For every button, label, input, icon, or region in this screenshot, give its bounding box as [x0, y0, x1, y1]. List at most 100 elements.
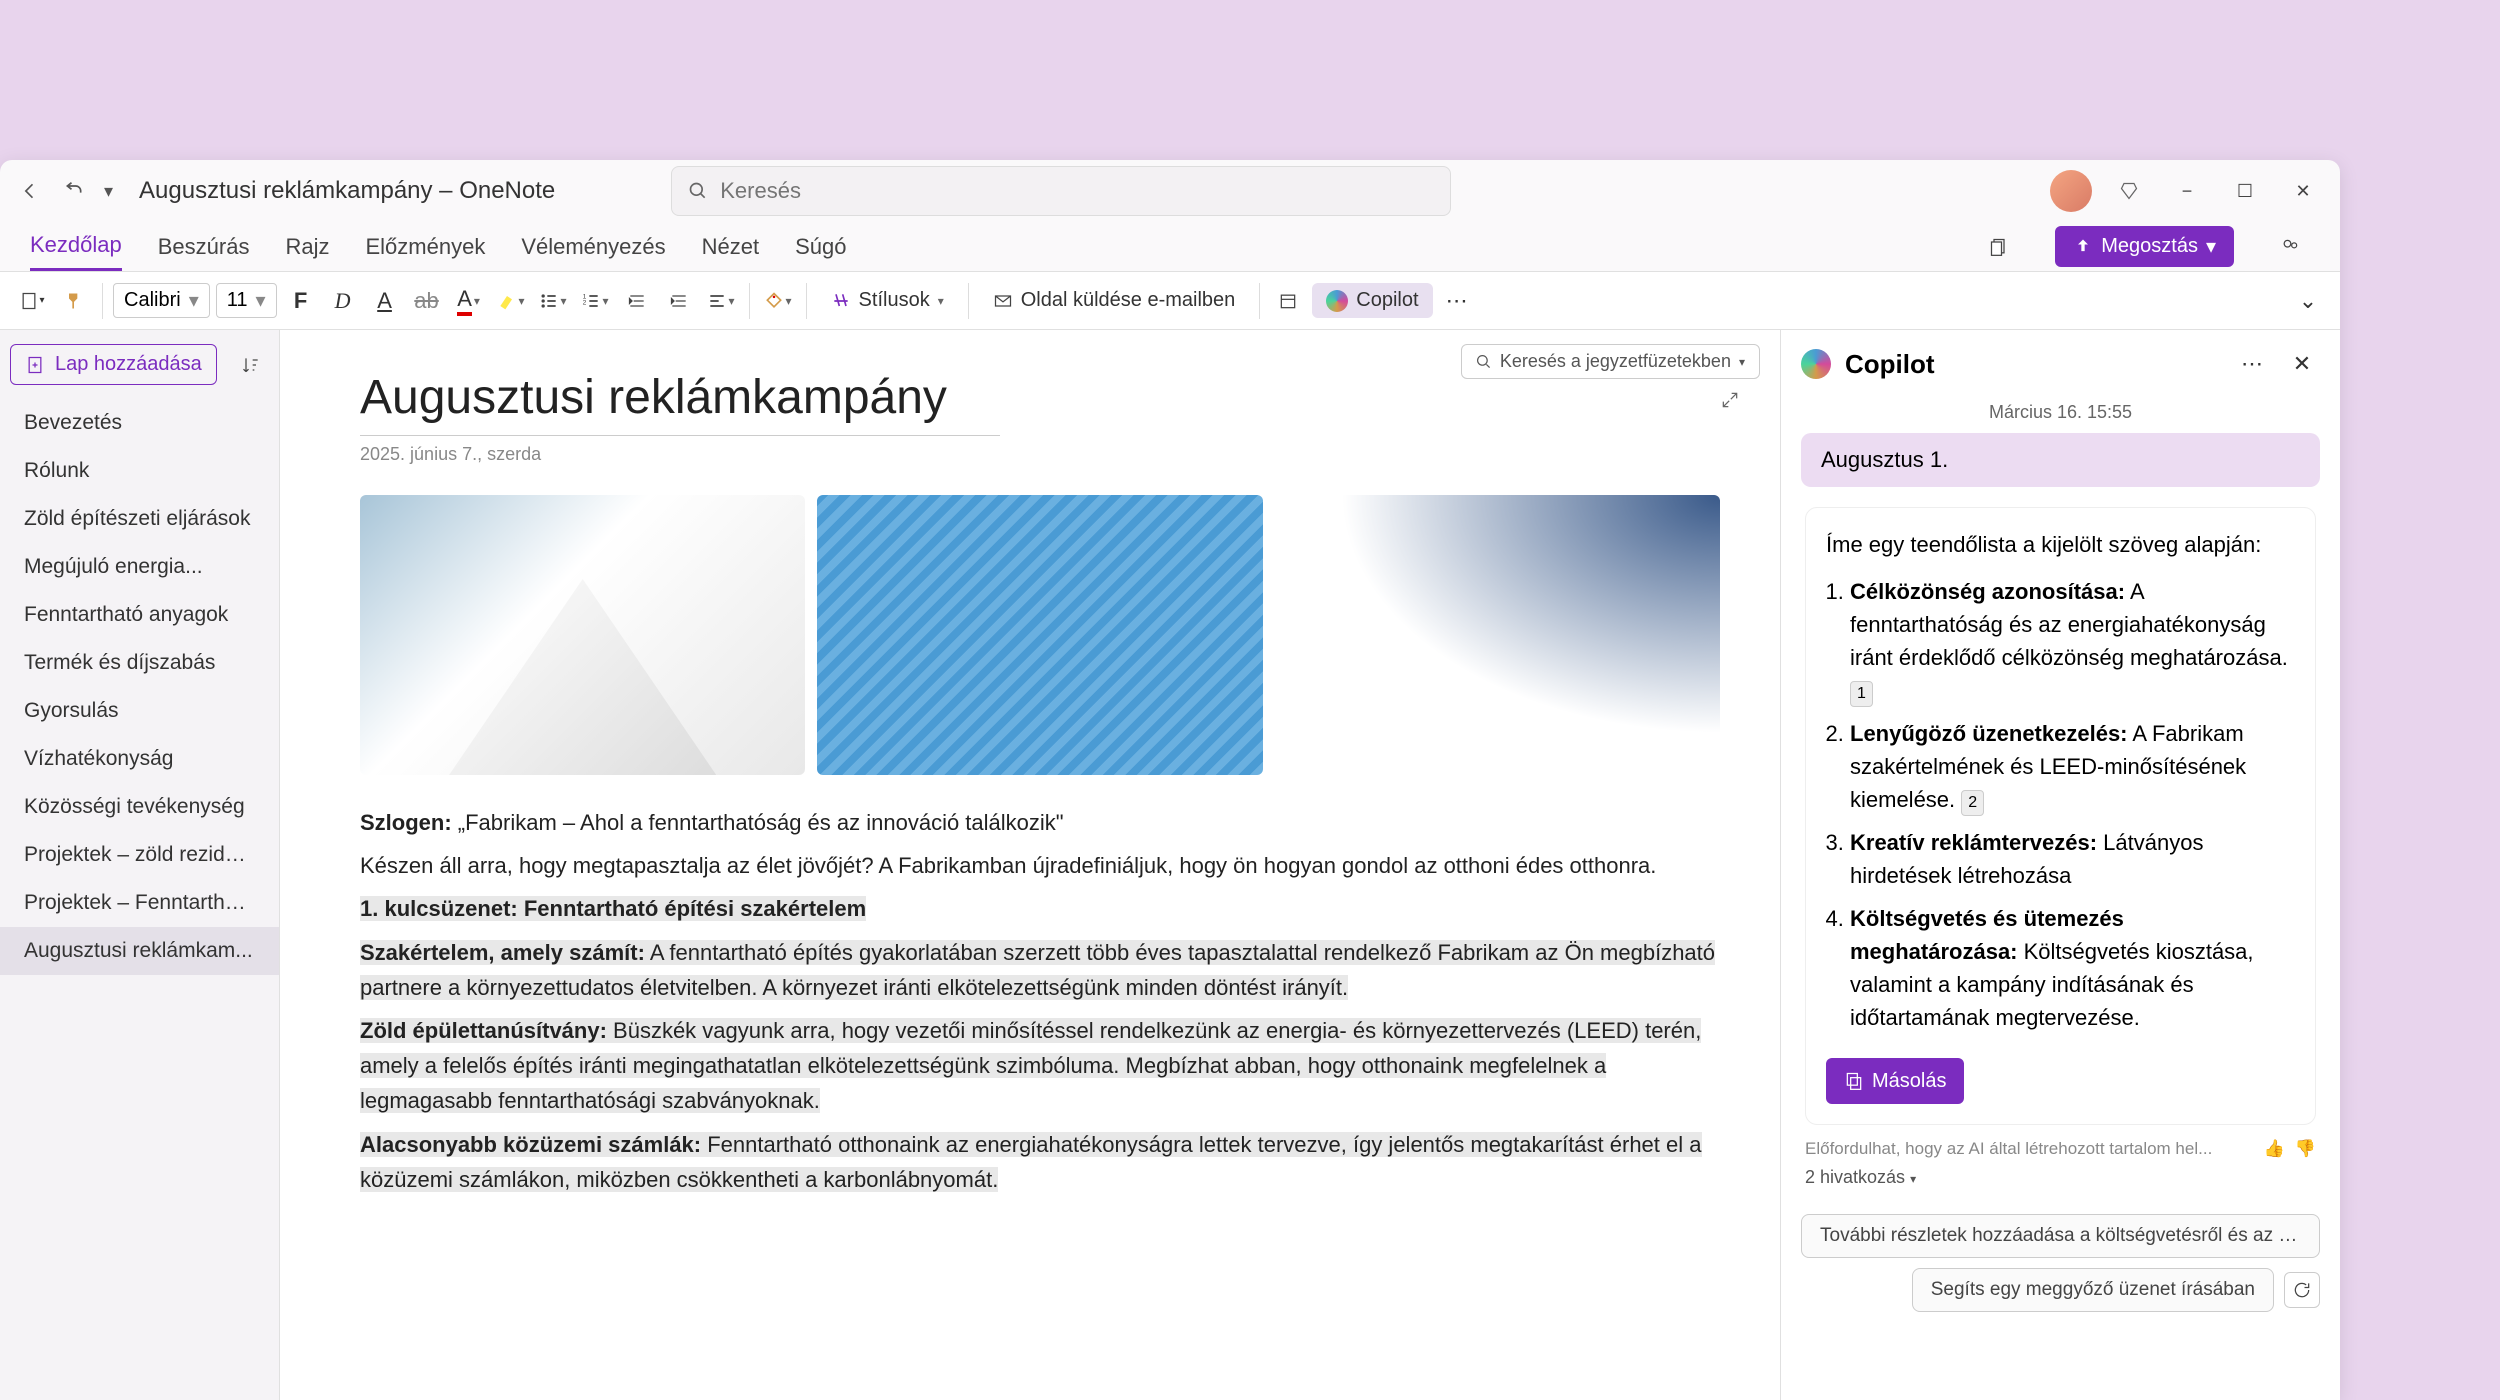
page-item[interactable]: Projektek – Fenntartható...	[0, 879, 279, 927]
page-item[interactable]: Projektek – zöld rezidens...	[0, 831, 279, 879]
page-item[interactable]: Közösségi tevékenység	[0, 783, 279, 831]
mail-icon	[993, 291, 1013, 311]
ribbon-tabs: Kezdőlap Beszúrás Rajz Előzmények Vélemé…	[0, 222, 2340, 272]
page-body[interactable]: Szlogen: „Fabrikam – Ahol a fenntartható…	[360, 805, 1720, 1197]
add-page-button[interactable]: Lap hozzáadása	[10, 344, 217, 385]
tab-help[interactable]: Súgó	[795, 224, 846, 270]
tab-review[interactable]: Véleményezés	[521, 224, 665, 270]
page-item[interactable]: Gyorsulás	[0, 687, 279, 735]
qat-dropdown[interactable]: ▾	[104, 181, 113, 202]
thumbs-down-icon[interactable]: 👎	[2295, 1139, 2316, 1159]
chevron-down-icon: ▾	[1739, 355, 1745, 369]
underline-icon[interactable]: A	[367, 283, 403, 319]
more-icon[interactable]: ⋯	[1439, 283, 1475, 319]
copilot-disclaimer: Előfordulhat, hogy az AI által létrehozo…	[1781, 1139, 2340, 1159]
app-window: ▾ Augusztusi reklámkampány – OneNote − ☐…	[0, 160, 2340, 1400]
email-page-button[interactable]: Oldal küldése e-mailben	[979, 283, 1250, 318]
font-size-select[interactable]: 11▾	[216, 283, 277, 318]
content-image[interactable]	[360, 495, 805, 775]
tab-view[interactable]: Nézet	[702, 224, 759, 270]
teams-icon[interactable]	[2270, 227, 2310, 267]
share-label: Megosztás	[2101, 235, 2198, 258]
numbered-list-icon[interactable]: 12	[577, 283, 613, 319]
more-icon[interactable]: ⋯	[2234, 346, 2270, 382]
share-button[interactable]: Megosztás ▾	[2055, 226, 2234, 267]
suggestion-pill[interactable]: Segíts egy meggyőző üzenet írásában	[1912, 1268, 2274, 1312]
copilot-title: Copilot	[1845, 349, 2220, 380]
page-item[interactable]: Megújuló energia...	[0, 543, 279, 591]
add-page-icon	[25, 355, 45, 375]
notebook-search[interactable]: Keresés a jegyzetfüzetekben ▾	[1461, 344, 1760, 379]
search-input[interactable]	[720, 178, 1434, 204]
back-button[interactable]	[16, 177, 44, 205]
tag-icon[interactable]	[760, 283, 796, 319]
titlebar: ▾ Augusztusi reklámkampány – OneNote − ☐…	[0, 160, 2340, 222]
styles-icon	[831, 291, 851, 311]
page-title[interactable]: Augusztusi reklámkampány	[360, 370, 1000, 436]
share-icon	[2073, 237, 2093, 257]
content-image[interactable]	[817, 495, 1262, 775]
search-icon	[1476, 354, 1492, 370]
page-item[interactable]: Bevezetés	[0, 399, 279, 447]
expand-icon[interactable]	[1720, 390, 1740, 415]
premium-icon[interactable]	[2108, 170, 2150, 212]
format-painter-icon[interactable]	[56, 283, 92, 319]
copilot-references[interactable]: 2 hivatkozás ▾	[1781, 1159, 2340, 1204]
tab-home[interactable]: Kezdőlap	[30, 222, 122, 271]
page-item[interactable]: Vízhatékonyság	[0, 735, 279, 783]
close-button[interactable]: ✕	[2282, 170, 2324, 212]
copilot-response: Íme egy teendőlista a kijelölt szöveg al…	[1805, 507, 2316, 1125]
ribbon-toolbar: ▾ Calibri▾ 11▾ F D A ab A 12 Stílusok▾ O…	[0, 272, 2340, 330]
refresh-icon[interactable]	[2284, 1272, 2320, 1308]
copilot-list-item: Költségvetés és ütemezés meghatározása: …	[1850, 902, 2295, 1034]
content-image[interactable]	[1275, 495, 1720, 775]
main-area: Lap hozzáadása Bevezetés Rólunk Zöld épí…	[0, 330, 2340, 1400]
minimize-button[interactable]: −	[2166, 170, 2208, 212]
styles-button[interactable]: Stílusok▾	[817, 283, 958, 318]
page-item[interactable]: Zöld építészeti eljárások	[0, 495, 279, 543]
strikethrough-icon[interactable]: ab	[409, 283, 445, 319]
highlight-icon[interactable]	[493, 283, 529, 319]
maximize-button[interactable]: ☐	[2224, 170, 2266, 212]
tab-history[interactable]: Előzmények	[365, 224, 485, 270]
paste-icon[interactable]: ▾	[14, 283, 50, 319]
image-row	[360, 495, 1720, 775]
font-name-select[interactable]: Calibri▾	[113, 283, 210, 318]
indent-icon[interactable]	[661, 283, 697, 319]
page-canvas[interactable]: Keresés a jegyzetfüzetekben ▾ Augusztusi…	[280, 330, 1780, 1400]
user-avatar[interactable]	[2050, 170, 2092, 212]
meeting-icon[interactable]	[1270, 283, 1306, 319]
page-item[interactable]: Fenntartható anyagok	[0, 591, 279, 639]
window-title: Augusztusi reklámkampány – OneNote	[139, 177, 555, 205]
page-date: 2025. június 7., szerda	[360, 444, 1720, 465]
copy-button[interactable]: Másolás	[1826, 1058, 1964, 1104]
undo-button[interactable]	[60, 177, 88, 205]
copilot-ribbon-button[interactable]: Copilot	[1312, 283, 1432, 318]
font-color-icon[interactable]: A	[451, 283, 487, 319]
tab-insert[interactable]: Beszúrás	[158, 224, 250, 270]
chevron-down-icon: ▾	[2206, 234, 2216, 259]
close-icon[interactable]: ✕	[2284, 346, 2320, 382]
italic-icon[interactable]: D	[325, 283, 361, 319]
page-sidebar: Lap hozzáadása Bevezetés Rólunk Zöld épí…	[0, 330, 280, 1400]
bullet-list-icon[interactable]	[535, 283, 571, 319]
page-item[interactable]: Rólunk	[0, 447, 279, 495]
sort-icon[interactable]	[233, 347, 269, 383]
align-icon[interactable]	[703, 283, 739, 319]
outdent-icon[interactable]	[619, 283, 655, 319]
pages-icon[interactable]	[1979, 227, 2019, 267]
thumbs-up-icon[interactable]: 👍	[2264, 1139, 2285, 1159]
search-icon	[688, 181, 708, 201]
copilot-logo-icon	[1801, 349, 1831, 379]
page-item-active[interactable]: Augusztusi reklámkam...	[0, 927, 279, 975]
suggestion-pill[interactable]: További részletek hozzáadása a költségve…	[1801, 1214, 2320, 1258]
citation-badge[interactable]: 1	[1850, 681, 1873, 707]
page-item[interactable]: Termék és díjszabás	[0, 639, 279, 687]
bold-icon[interactable]: F	[283, 283, 319, 319]
tab-draw[interactable]: Rajz	[285, 224, 329, 270]
search-box[interactable]	[671, 166, 1451, 216]
ribbon-collapse-icon[interactable]: ⌄	[2290, 283, 2326, 319]
citation-badge[interactable]: 2	[1961, 790, 1984, 816]
svg-text:2: 2	[582, 299, 586, 306]
copilot-list-item: Célközönség azonosítása: A fenntarthatós…	[1850, 575, 2295, 707]
